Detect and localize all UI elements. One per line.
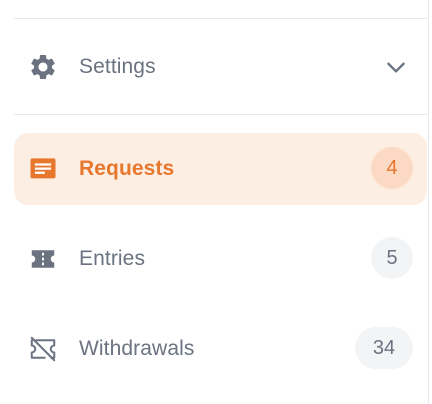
sidebar-border [428,0,429,404]
divider-middle [14,114,427,115]
ticket-icon [28,244,58,274]
divider-top [14,18,427,19]
sidebar-item-entries[interactable]: Entries 5 [14,223,427,295]
gear-icon [28,52,58,82]
sidebar-item-withdrawals[interactable]: Withdrawals 34 [14,313,427,385]
sidebar-item-label: Withdrawals [79,337,195,360]
sidebar-panel: Settings Requests 4 Entries 5 Withdrawal… [0,0,432,404]
sidebar-item-requests[interactable]: Requests 4 [14,133,427,205]
chevron-down-icon[interactable] [383,54,409,80]
message-icon [28,154,58,184]
settings-label: Settings [79,55,156,78]
count-badge: 5 [371,237,413,279]
settings-toggle[interactable]: Settings [14,40,427,94]
count-badge: 34 [355,327,413,369]
ticket-off-icon [28,334,58,364]
sidebar-item-label: Entries [79,247,146,270]
count-badge: 4 [371,147,413,189]
sidebar-item-label: Requests [79,157,175,180]
